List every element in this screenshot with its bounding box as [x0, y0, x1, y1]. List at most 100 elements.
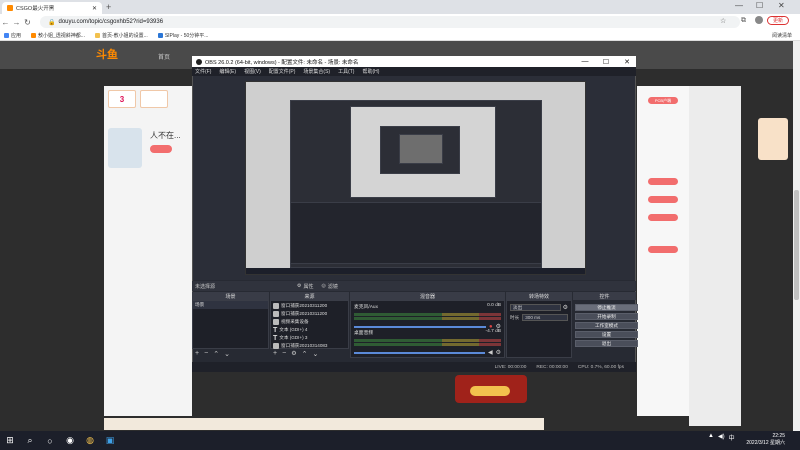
volume-slider[interactable]: [354, 351, 485, 354]
maximize-icon[interactable]: ☐: [756, 1, 763, 10]
menu-help[interactable]: 帮助(H): [362, 68, 379, 75]
remove-scene-icon[interactable]: −: [204, 350, 208, 357]
volume-slider[interactable]: [354, 325, 486, 328]
preview-canvas[interactable]: [245, 81, 586, 275]
event-pill-1[interactable]: [648, 178, 678, 185]
event-pill-2[interactable]: [648, 196, 678, 203]
new-tab-icon[interactable]: +: [106, 2, 111, 12]
browser-tab[interactable]: CSGO最火开黑 ✕: [2, 2, 102, 14]
minimize-icon[interactable]: —: [735, 1, 743, 10]
avatar[interactable]: [755, 16, 763, 24]
update-button[interactable]: 更新: [767, 16, 789, 25]
taskbar-clock[interactable]: 22:25 2022/3/12 星期六: [745, 433, 785, 447]
channel-settings-icon[interactable]: ⚙: [496, 349, 501, 356]
menu-scene-collection[interactable]: 场景集合(S): [303, 68, 330, 75]
exit-button[interactable]: 退出: [575, 340, 638, 347]
scrollbar-thumb[interactable]: [794, 190, 799, 300]
bookmark-apps[interactable]: 应用: [4, 32, 21, 39]
system-tray: ▲ ◀) 中: [708, 433, 735, 442]
streamer-name: 人不在...: [150, 131, 181, 140]
level-badge: 3: [108, 90, 136, 108]
task-view-icon[interactable]: ○: [40, 436, 60, 446]
move-down-icon[interactable]: ⌄: [224, 350, 230, 358]
site-logo[interactable]: 斗鱼: [96, 46, 130, 62]
menu-file[interactable]: 文件(F): [195, 68, 211, 75]
close-window-icon[interactable]: ✕: [778, 1, 785, 10]
tab-title: CSGO最火开黑: [16, 6, 55, 12]
source-item[interactable]: 窗口捕获20210311200: [271, 310, 348, 318]
search-icon[interactable]: ⌕: [20, 435, 40, 446]
source-item[interactable]: T 文本 (GDI+) 3: [271, 334, 348, 342]
level-meter: [354, 339, 501, 342]
chrome-taskbar-icon[interactable]: ◍: [80, 435, 100, 446]
client-pill[interactable]: PCB户端: [648, 97, 678, 104]
menu-view[interactable]: 视图(V): [244, 68, 261, 75]
browser-tabstrip: [0, 0, 800, 14]
obs-minimize-icon[interactable]: —: [576, 58, 594, 65]
forward-icon[interactable]: →: [11, 18, 22, 27]
ime-indicator[interactable]: 中: [729, 433, 735, 442]
bookmark-2[interactable]: 首页-敖小姐的设置...: [94, 32, 148, 39]
start-recording-button[interactable]: 开始录制: [575, 313, 638, 320]
volume-icon[interactable]: ◀): [718, 433, 725, 442]
reload-icon[interactable]: ↻: [22, 18, 33, 27]
source-settings-icon[interactable]: ⚙: [291, 350, 296, 357]
scenes-list: 场景: [192, 300, 269, 349]
start-icon[interactable]: ⊞: [0, 435, 20, 446]
source-item[interactable]: 窗口捕获20210311200: [271, 302, 348, 310]
move-up-icon[interactable]: ⌃: [213, 350, 219, 358]
app-taskbar-icon[interactable]: ▣: [100, 435, 120, 446]
lock-icon: 🔒: [48, 19, 56, 26]
event-pill-3[interactable]: [648, 214, 678, 221]
stop-stream-button[interactable]: 停止推流: [575, 304, 638, 311]
move-down-icon[interactable]: ⌄: [312, 350, 318, 358]
extensions-icon[interactable]: ⧉: [741, 17, 746, 25]
network-icon[interactable]: ▲: [708, 433, 714, 442]
filters-button[interactable]: ◎ 滤镜: [322, 283, 338, 290]
sources-footer: + − ⚙ ⌃ ⌄: [270, 349, 318, 358]
studio-mode-button[interactable]: 工作室模式: [575, 322, 638, 329]
rec-status: REC: 00:00:00: [536, 364, 568, 370]
menu-profile[interactable]: 配置文件(P): [269, 68, 296, 75]
nav-home[interactable]: 首页: [158, 52, 170, 61]
move-up-icon[interactable]: ⌃: [302, 350, 308, 358]
speaker-icon[interactable]: ◀: [488, 349, 493, 356]
reading-list[interactable]: 阅读清单: [772, 32, 792, 39]
source-item[interactable]: T 文本 (GDI+) 4: [271, 326, 348, 334]
source-item[interactable]: 视频采集设备: [271, 318, 348, 326]
banner-button[interactable]: [470, 386, 510, 396]
bookmark-3[interactable]: SIPlay - 50分钟平...: [157, 32, 208, 39]
obs-menubar: 文件(F) 编辑(E) 视图(V) 配置文件(P) 场景集合(S) 工具(T) …: [192, 67, 636, 76]
transition-select[interactable]: 淡出: [510, 304, 561, 311]
duration-field[interactable]: 300 ms: [522, 314, 568, 321]
promo-image[interactable]: [758, 118, 788, 160]
menu-tools[interactable]: 工具(T): [338, 68, 354, 75]
add-source-icon[interactable]: +: [273, 350, 277, 357]
duration-label: 时长: [510, 314, 520, 320]
bookmark-1[interactable]: 敖小姐_透视斜神都...: [31, 32, 85, 39]
sources-dock-header: 来源: [270, 292, 349, 300]
level-value: 3: [119, 94, 125, 104]
clock-date: 2022/3/12 星期六: [746, 440, 785, 446]
obs-taskbar-icon[interactable]: ◉: [60, 435, 80, 446]
menu-edit[interactable]: 编辑(E): [219, 68, 236, 75]
event-pill-4[interactable]: [648, 246, 678, 253]
close-icon[interactable]: ✕: [92, 5, 97, 12]
scene-item[interactable]: 场景: [193, 301, 268, 309]
follow-button[interactable]: [150, 145, 172, 153]
streamer-avatar[interactable]: [108, 128, 142, 168]
obs-close-icon[interactable]: ✕: [618, 58, 636, 66]
star-icon[interactable]: ☆: [720, 17, 726, 25]
transition-settings-icon[interactable]: ⚙: [563, 304, 568, 311]
properties-button[interactable]: ⚙ 属性: [297, 283, 314, 290]
url-field[interactable]: 🔒 douyu.com/topic/csgoxhb52?rid=93936: [40, 16, 740, 28]
back-icon[interactable]: ←: [0, 18, 11, 27]
text-icon: T: [273, 334, 278, 342]
gift-badge[interactable]: [140, 90, 168, 108]
source-toolbar: 未选择源 ⚙ 属性 ◎ 滤镜: [192, 281, 636, 291]
settings-button[interactable]: 设置: [575, 331, 638, 338]
mixer-channel-desktop: 桌面音频 -4.7 dB ◀ ⚙: [354, 329, 501, 356]
remove-source-icon[interactable]: −: [282, 350, 286, 357]
add-scene-icon[interactable]: +: [195, 350, 199, 357]
obs-maximize-icon[interactable]: ☐: [597, 58, 615, 66]
